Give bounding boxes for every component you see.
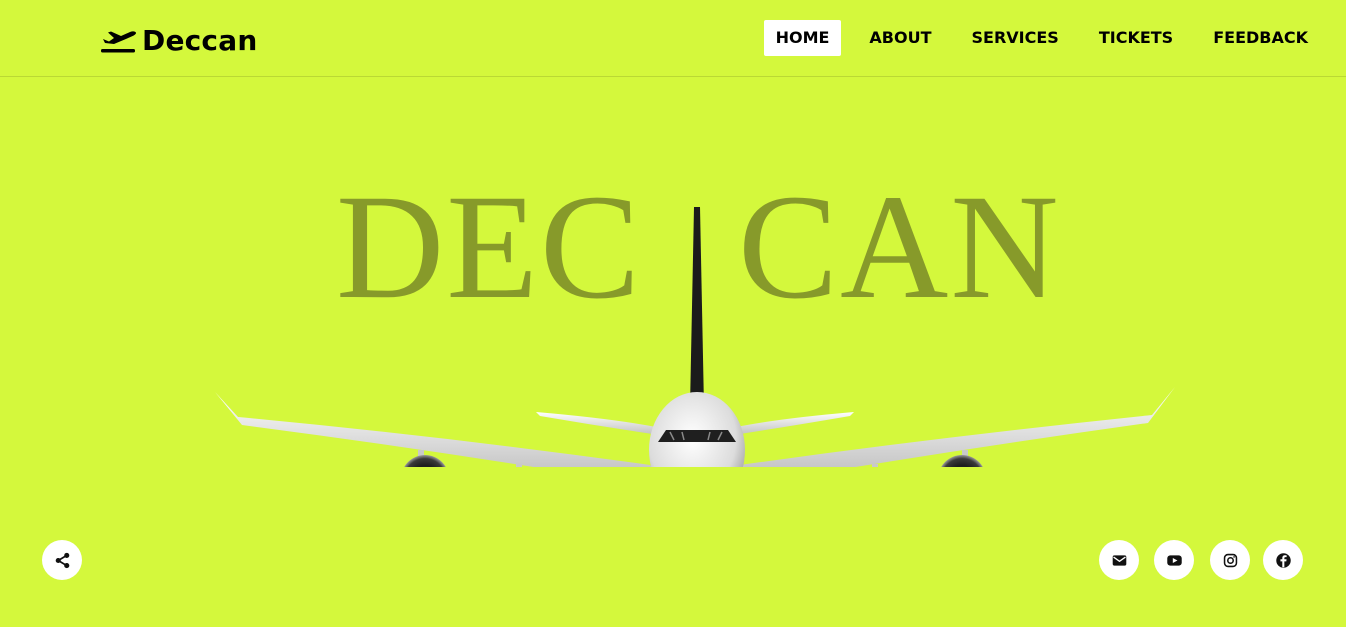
nav-home[interactable]: HOME — [763, 20, 842, 56]
nav-about[interactable]: ABOUT — [857, 20, 943, 56]
instagram-button[interactable] — [1210, 540, 1250, 580]
brand-name: Deccan — [142, 23, 258, 57]
nav-feedback[interactable]: FEEDBACK — [1201, 20, 1320, 56]
envelope-icon — [1112, 554, 1126, 566]
main-nav: HOME ABOUT SERVICES TICKETS FEEDBACK — [748, 20, 1320, 56]
email-button[interactable] — [1099, 540, 1139, 580]
facebook-icon — [1275, 552, 1291, 568]
nav-services[interactable]: SERVICES — [960, 20, 1071, 56]
facebook-button[interactable] — [1263, 540, 1303, 580]
plane-takeoff-icon — [101, 31, 136, 53]
youtube-icon — [1166, 554, 1182, 566]
hero-section: DEC CAN — [0, 77, 1346, 627]
youtube-button[interactable] — [1154, 540, 1194, 580]
share-button[interactable] — [42, 540, 82, 580]
share-icon — [55, 552, 69, 568]
airplane-image — [215, 207, 1175, 467]
top-navbar: Deccan HOME ABOUT SERVICES TICKETS FEEDB… — [0, 0, 1346, 77]
nav-tickets[interactable]: TICKETS — [1087, 20, 1185, 56]
brand-logo[interactable]: Deccan — [100, 22, 257, 58]
instagram-icon — [1223, 553, 1237, 567]
